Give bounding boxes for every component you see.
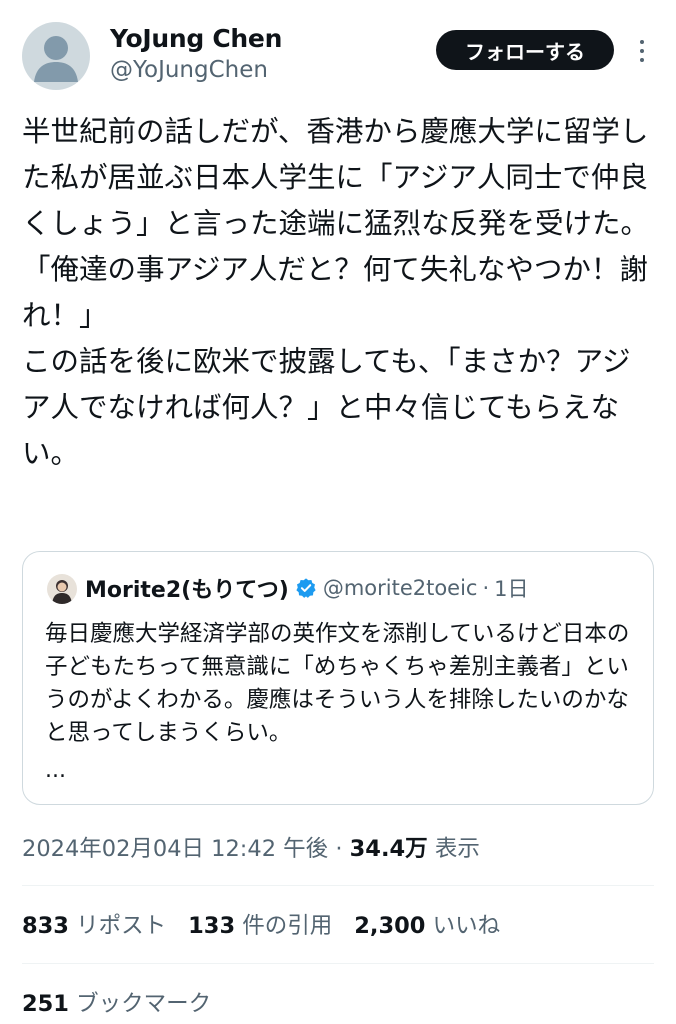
quotes-stat[interactable]: 133 件の引用 <box>188 908 332 940</box>
quote-separator: · <box>482 576 490 600</box>
verified-badge-icon <box>296 578 316 598</box>
quotes-count: 133 <box>188 913 236 939</box>
default-avatar-icon <box>34 36 78 82</box>
author-name[interactable]: YoJung Chen <box>110 24 282 53</box>
quoted-tweet-card[interactable]: Morite2(もりてつ) @morite2toeic · 1日 毎日慶應大学経… <box>22 551 654 805</box>
engagement-stats: 833 リポスト 133 件の引用 2,300 いいね <box>22 908 522 940</box>
quote-author-name: Morite2(もりてつ) <box>85 578 289 603</box>
quote-text: 毎日慶應大学経済学部の英作文を添削しているけど日本の子どもたちって無意識に「めち… <box>45 621 630 746</box>
timestamp[interactable]: 2024年02月04日 12:42 午後 <box>22 836 328 862</box>
quote-author-avatar <box>47 574 77 604</box>
bookmarks-count: 251 <box>22 991 69 1017</box>
author-avatar[interactable] <box>22 22 90 90</box>
follow-button[interactable]: フォローする <box>436 30 614 70</box>
quote-author-handle: @morite2toeic <box>322 576 478 600</box>
tweet-meta: 2024年02月04日 12:42 午後 · 34.4万 表示 <box>22 831 480 863</box>
likes-stat[interactable]: 2,300 いいね <box>354 908 500 940</box>
bookmarks-label: ブックマーク <box>76 991 212 1017</box>
quote-ellipsis: ... <box>45 758 66 783</box>
quote-time: 1日 <box>494 577 529 601</box>
reposts-label: リポスト <box>76 913 167 939</box>
quote-header: Morite2(もりてつ) @morite2toeic · 1日 <box>85 572 529 604</box>
reposts-count: 833 <box>22 913 69 939</box>
bookmarks-stat[interactable]: 251 ブックマーク <box>22 986 211 1018</box>
reposts-stat[interactable]: 833 リポスト <box>22 908 166 940</box>
views-count: 34.4万 <box>349 836 428 862</box>
tweet-text: 半世紀前の話しだが、香港から慶應大学に留学した私が居並ぶ日本人学生に「アジア人同… <box>22 115 650 470</box>
likes-count: 2,300 <box>354 913 426 939</box>
divider <box>22 963 654 964</box>
more-vertical-icon[interactable] <box>632 34 652 68</box>
views-label: 表示 <box>434 836 480 862</box>
likes-label: いいね <box>432 913 501 939</box>
author-handle[interactable]: @YoJungChen <box>110 57 268 83</box>
divider <box>22 885 654 886</box>
quotes-label: 件の引用 <box>242 913 333 939</box>
meta-separator: · <box>335 836 343 862</box>
